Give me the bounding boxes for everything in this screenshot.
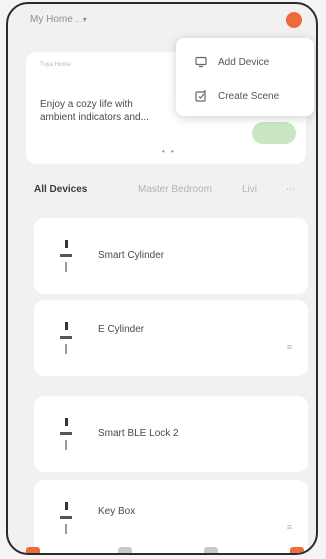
lock-icon [56,418,76,452]
lock-icon [56,240,76,274]
lock-icon [56,322,76,356]
room-tabs: All Devices Master Bedroom Livi ⋯ [34,182,314,202]
pager-dots: • • [162,147,176,156]
create-scene-icon [194,89,208,103]
menu-item-add-device[interactable]: Add Device [176,44,314,80]
add-menu: Add Device Create Scene [176,38,314,116]
bottom-nav [8,543,316,553]
tab-all-devices[interactable]: All Devices [34,184,87,195]
tip-card-text: Enjoy a cozy life with ambient indicator… [40,99,149,123]
nav-smart-icon[interactable] [204,547,218,553]
tab-master-bedroom[interactable]: Master Bedroom [138,184,212,195]
home-selector[interactable]: My Home …▾ [30,14,87,25]
device-card[interactable]: E Cylinder ≡ [34,300,308,376]
device-name: E Cylinder [98,324,145,335]
tab-living-room[interactable]: Livi [242,184,257,195]
chevron-down-icon: …▾ [74,15,87,24]
device-name: Smart Cylinder [98,250,165,261]
more-icon[interactable]: ⋯ [286,184,295,195]
home-label: My Home [30,14,73,25]
device-settings-icon[interactable]: ≡ [287,522,292,532]
tip-card-action-pill[interactable] [252,122,296,144]
menu-item-create-scene[interactable]: Create Scene [176,78,314,114]
menu-item-label: Add Device [218,56,270,68]
nav-me-icon[interactable] [290,547,304,553]
lock-icon [56,502,76,536]
add-device-icon [194,55,208,69]
nav-home-icon[interactable] [26,547,40,553]
nav-scene-icon[interactable] [118,547,132,553]
device-name: Key Box [98,506,136,517]
device-card[interactable]: Smart Cylinder [34,218,308,294]
device-settings-icon[interactable]: ≡ [287,342,292,352]
device-card[interactable]: Smart BLE Lock 2 [34,396,308,472]
menu-item-label: Create Scene [218,90,280,102]
phone-frame: My Home …▾ Tuya Home Enjoy a cozy life wi… [6,2,318,555]
device-name: Smart BLE Lock 2 [98,428,179,439]
plus-circle-icon[interactable] [286,12,302,28]
tip-card-small-label: Tuya Home [40,62,71,68]
